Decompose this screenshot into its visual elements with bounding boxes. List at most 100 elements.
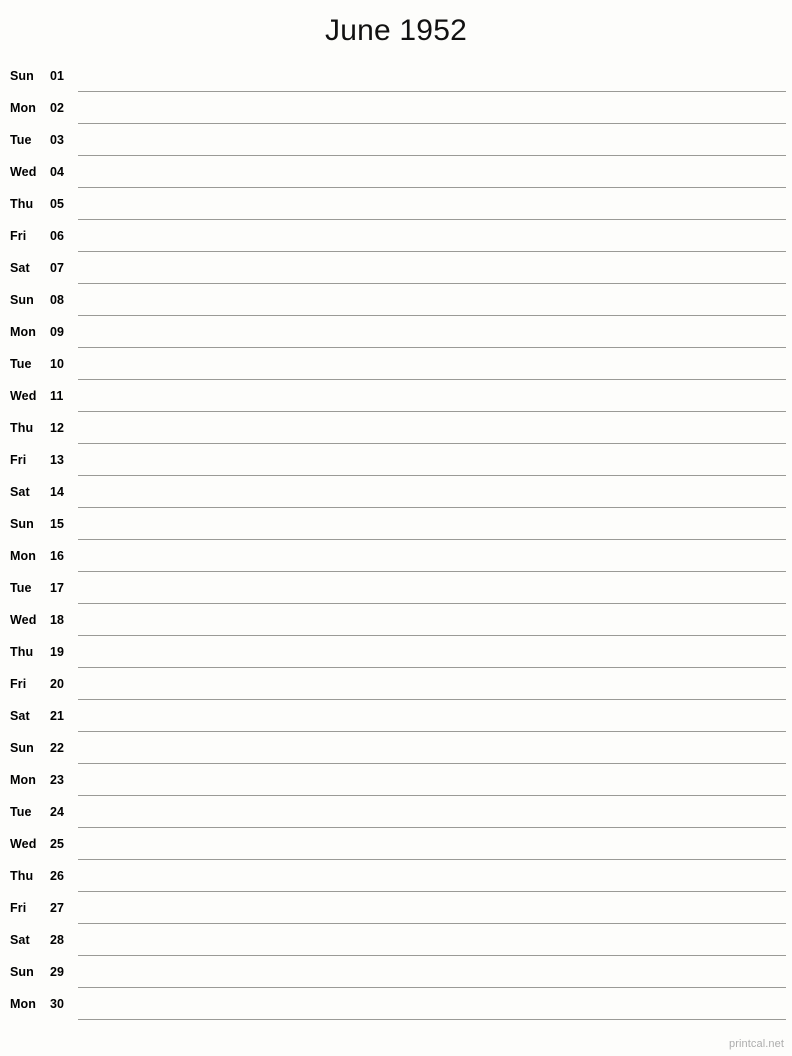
weekday-name: Sat — [10, 933, 30, 947]
day-notes-line[interactable] — [78, 604, 792, 636]
day-row: Tue 10 — [0, 348, 792, 380]
day-label-group: Thu 26 — [0, 860, 78, 892]
day-label-group: Mon 30 — [0, 988, 78, 1020]
day-row: Wed 18 — [0, 604, 792, 636]
day-label-group: Tue 03 — [0, 124, 78, 156]
day-label-group: Sun 01 — [0, 60, 78, 92]
day-label-group: Mon 23 — [0, 764, 78, 796]
day-notes-line[interactable] — [78, 956, 792, 988]
weekday-name: Wed — [10, 837, 37, 851]
day-notes-line[interactable] — [78, 124, 792, 156]
day-number: 29 — [50, 965, 65, 979]
day-notes-line[interactable] — [78, 540, 792, 572]
day-notes-line[interactable] — [78, 60, 792, 92]
day-number: 02 — [50, 101, 65, 115]
day-notes-line[interactable] — [78, 764, 792, 796]
day-notes-line[interactable] — [78, 732, 792, 764]
day-number: 16 — [50, 549, 65, 563]
day-row: Mon 23 — [0, 764, 792, 796]
day-row: Sun 22 — [0, 732, 792, 764]
day-notes-line[interactable] — [78, 252, 792, 284]
weekday-name: Wed — [10, 165, 37, 179]
weekday-name: Wed — [10, 389, 37, 403]
day-row: Wed 25 — [0, 828, 792, 860]
weekday-name: Thu — [10, 869, 34, 883]
day-row: Fri 27 — [0, 892, 792, 924]
day-number: 10 — [50, 357, 65, 371]
day-number: 11 — [50, 389, 64, 403]
day-notes-line[interactable] — [78, 412, 792, 444]
day-number: 12 — [50, 421, 65, 435]
day-notes-line[interactable] — [78, 444, 792, 476]
weekday-name: Mon — [10, 101, 36, 115]
day-row: Tue 17 — [0, 572, 792, 604]
weekday-name: Sun — [10, 965, 34, 979]
day-notes-line[interactable] — [78, 284, 792, 316]
day-notes-line[interactable] — [78, 796, 792, 828]
day-number: 07 — [50, 261, 65, 275]
day-row: Tue 24 — [0, 796, 792, 828]
day-label-group: Sat 28 — [0, 924, 78, 956]
day-notes-line[interactable] — [78, 572, 792, 604]
day-row: Fri 06 — [0, 220, 792, 252]
day-label-group: Sat 07 — [0, 252, 78, 284]
day-label-group: Fri 20 — [0, 668, 78, 700]
day-row: Thu 19 — [0, 636, 792, 668]
day-notes-line[interactable] — [78, 892, 792, 924]
weekday-name: Fri — [10, 677, 27, 691]
day-row: Thu 12 — [0, 412, 792, 444]
day-number: 30 — [50, 997, 65, 1011]
day-number: 06 — [50, 229, 65, 243]
day-notes-line[interactable] — [78, 924, 792, 956]
day-row: Sun 29 — [0, 956, 792, 988]
day-notes-line[interactable] — [78, 636, 792, 668]
day-notes-line[interactable] — [78, 508, 792, 540]
day-notes-line[interactable] — [78, 348, 792, 380]
weekday-name: Fri — [10, 453, 27, 467]
weekday-name: Sat — [10, 709, 30, 723]
day-row: Mon 16 — [0, 540, 792, 572]
day-label-group: Wed 18 — [0, 604, 78, 636]
day-row: Sun 15 — [0, 508, 792, 540]
day-number: 05 — [50, 197, 65, 211]
day-row: Thu 26 — [0, 860, 792, 892]
day-label-group: Mon 02 — [0, 92, 78, 124]
day-row: Sat 28 — [0, 924, 792, 956]
weekday-name: Tue — [10, 805, 32, 819]
day-row: Sun 01 — [0, 60, 792, 92]
weekday-name: Sun — [10, 69, 34, 83]
day-number: 22 — [50, 741, 65, 755]
day-number: 01 — [50, 69, 65, 83]
day-number: 17 — [50, 581, 65, 595]
day-row: Fri 13 — [0, 444, 792, 476]
day-notes-line[interactable] — [78, 380, 792, 412]
day-row: Fri 20 — [0, 668, 792, 700]
weekday-name: Wed — [10, 613, 37, 627]
day-label-group: Sat 14 — [0, 476, 78, 508]
day-notes-line[interactable] — [78, 316, 792, 348]
day-label-group: Tue 17 — [0, 572, 78, 604]
day-number: 14 — [50, 485, 65, 499]
day-notes-line[interactable] — [78, 668, 792, 700]
day-notes-line[interactable] — [78, 220, 792, 252]
day-notes-line[interactable] — [78, 92, 792, 124]
weekday-name: Tue — [10, 581, 32, 595]
day-number: 08 — [50, 293, 65, 307]
day-number: 20 — [50, 677, 65, 691]
day-label-group: Sun 22 — [0, 732, 78, 764]
day-notes-line[interactable] — [78, 188, 792, 220]
day-notes-line[interactable] — [78, 700, 792, 732]
day-row: Wed 11 — [0, 380, 792, 412]
day-notes-line[interactable] — [78, 828, 792, 860]
day-notes-line[interactable] — [78, 988, 792, 1020]
day-notes-line[interactable] — [78, 476, 792, 508]
day-notes-line[interactable] — [78, 860, 792, 892]
day-label-group: Thu 12 — [0, 412, 78, 444]
weekday-name: Sun — [10, 741, 34, 755]
weekday-name: Mon — [10, 997, 36, 1011]
day-row: Mon 09 — [0, 316, 792, 348]
day-notes-line[interactable] — [78, 156, 792, 188]
day-label-group: Sun 08 — [0, 284, 78, 316]
weekday-name: Tue — [10, 357, 32, 371]
day-number: 24 — [50, 805, 65, 819]
